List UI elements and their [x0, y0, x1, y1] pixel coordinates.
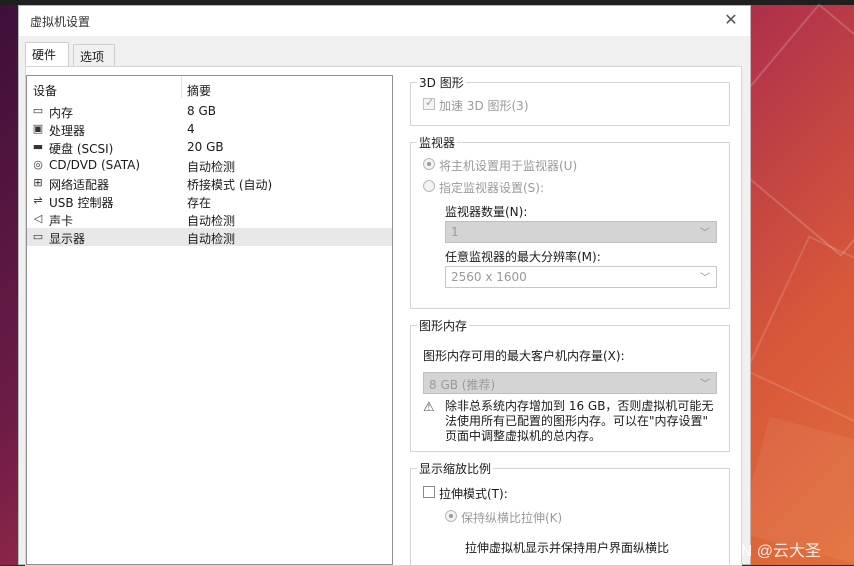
- wallpaper-shape: [745, 235, 854, 435]
- monitor-count-select[interactable]: 1 ﹀: [445, 221, 717, 243]
- column-divider[interactable]: [181, 76, 182, 98]
- graphics-memory-value: 8 GB (推荐): [429, 378, 496, 392]
- monitor-count-label: 监视器数量(N):: [445, 205, 528, 219]
- warning-icon: ⚠: [423, 400, 435, 415]
- device-summary: 自动检测: [187, 232, 236, 246]
- device-row-hard-disk[interactable]: ▬ 硬盘 (SCSI) 20 GB: [27, 138, 392, 156]
- close-icon[interactable]: ✕: [720, 10, 742, 32]
- group-legend: 显示缩放比例: [417, 460, 494, 477]
- cd-dvd-icon: ◎: [33, 158, 43, 171]
- keep-aspect-ratio-label: 保持纵横比拉伸(K): [461, 511, 563, 525]
- graphics-memory-warning-line: 法使用所有已配置的图形内存。可以在"内存设置": [445, 414, 709, 428]
- sound-card-icon: ◁: [33, 212, 43, 225]
- device-row-memory[interactable]: ▭ 内存 8 GB: [27, 102, 392, 120]
- stretch-mode-checkbox[interactable]: [423, 486, 435, 498]
- group-3d-graphics: 3D 图形 加速 3D 图形(3): [410, 74, 730, 126]
- graphics-memory-select[interactable]: 8 GB (推荐) ﹀: [423, 372, 717, 394]
- device-summary: 8 GB: [187, 104, 216, 118]
- device-summary: 桥接模式 (自动): [187, 178, 273, 192]
- device-row-network-adapter[interactable]: ⊞ 网络适配器 桥接模式 (自动): [27, 174, 392, 192]
- use-host-settings-label: 将主机设置用于监视器(U): [439, 159, 578, 173]
- accelerate-3d-checkbox[interactable]: [423, 96, 435, 110]
- network-adapter-icon: ⊞: [33, 176, 43, 189]
- chevron-down-icon: ﹀: [700, 228, 710, 239]
- device-row-sound-card[interactable]: ◁ 声卡 自动检测: [27, 210, 392, 228]
- group-graphics-memory: 图形内存 图形内存可用的最大客户机内存量(X): 8 GB (推荐) ﹀ ⚠ 除…: [410, 317, 730, 452]
- window-title: 虚拟机设置: [30, 15, 91, 29]
- group-legend: 3D 图形: [417, 74, 466, 91]
- usb-controller-icon: ⇌: [33, 194, 43, 207]
- device-name: 声卡: [49, 214, 74, 228]
- tab-label: 硬件: [32, 48, 57, 62]
- group-monitors: 监视器 将主机设置用于监视器(U) 指定监视器设置(S): 监视器数量(N): …: [410, 134, 730, 309]
- group-legend: 图形内存: [417, 317, 470, 334]
- processor-icon: ▣: [32, 122, 44, 135]
- hard-disk-icon: ▬: [32, 140, 44, 153]
- stretch-description: 拉伸虚拟机显示并保持用户界面纵横比: [465, 541, 670, 555]
- group-display-scaling: 显示缩放比例 拉伸模式(T): 保持纵横比拉伸(K) 拉伸虚拟机显示并保持用户界…: [410, 460, 730, 565]
- display-icon: ▭: [32, 230, 44, 243]
- device-list[interactable]: 设备 摘要 ▭ 内存 8 GB ▣ 处理器 4 ▬ 硬盘 (SCSI) 20 G…: [26, 75, 393, 565]
- specify-monitor-settings-label: 指定监视器设置(S):: [439, 181, 545, 195]
- device-summary: 4: [187, 122, 195, 136]
- specify-monitor-settings-radio[interactable]: [423, 180, 435, 192]
- tab-hardware[interactable]: 硬件: [25, 42, 69, 66]
- keep-aspect-ratio-radio[interactable]: [445, 510, 457, 522]
- device-name: 显示器: [49, 232, 86, 246]
- graphics-memory-max-label: 图形内存可用的最大客户机内存量(X):: [423, 349, 625, 363]
- accelerate-3d-label: 加速 3D 图形(3): [439, 99, 529, 113]
- chevron-down-icon: ﹀: [700, 379, 710, 390]
- device-name: 硬盘 (SCSI): [49, 142, 114, 156]
- chevron-down-icon: ﹀: [700, 273, 710, 284]
- max-resolution-label: 任意监视器的最大分辨率(M):: [445, 250, 601, 264]
- graphics-memory-warning-line: 页面中调整虚拟机的总内存。: [445, 429, 602, 443]
- stretch-mode-label: 拉伸模式(T):: [439, 487, 508, 501]
- device-list-header: 设备 摘要: [27, 76, 392, 98]
- group-legend: 监视器: [417, 134, 458, 151]
- device-row-processor[interactable]: ▣ 处理器 4: [27, 120, 392, 138]
- device-summary: 自动检测: [187, 160, 236, 174]
- use-host-settings-radio[interactable]: [423, 158, 435, 170]
- device-summary: 自动检测: [187, 214, 236, 228]
- monitor-count-value: 1: [451, 225, 459, 239]
- memory-icon: ▭: [32, 104, 44, 117]
- tab-label: 选项: [80, 50, 105, 64]
- max-resolution-select[interactable]: 2560 x 1600 ﹀: [445, 266, 717, 288]
- graphics-memory-warning-line: 除非总系统内存增加到 16 GB，否则虚拟机可能无: [445, 399, 714, 413]
- device-name: CD/DVD (SATA): [49, 158, 141, 172]
- device-row-display[interactable]: ▭ 显示器 自动检测: [27, 228, 392, 246]
- watermark: CSDN @云大圣: [707, 543, 822, 560]
- device-row-usb-controller[interactable]: ⇌ USB 控制器 存在: [27, 192, 392, 210]
- max-resolution-value: 2560 x 1600: [451, 270, 527, 284]
- tab-options[interactable]: 选项: [73, 44, 115, 66]
- device-row-cd-dvd[interactable]: ◎ CD/DVD (SATA) 自动检测: [27, 156, 392, 174]
- device-summary: 存在: [187, 196, 212, 210]
- column-header-device[interactable]: 设备: [33, 82, 57, 99]
- title-bar: 虚拟机设置 ✕: [19, 6, 750, 36]
- device-summary: 20 GB: [187, 140, 224, 154]
- column-header-summary[interactable]: 摘要: [187, 82, 211, 99]
- device-name: 处理器: [49, 124, 86, 138]
- device-name: USB 控制器: [49, 196, 114, 210]
- device-name: 内存: [49, 106, 74, 120]
- device-name: 网络适配器: [49, 178, 110, 192]
